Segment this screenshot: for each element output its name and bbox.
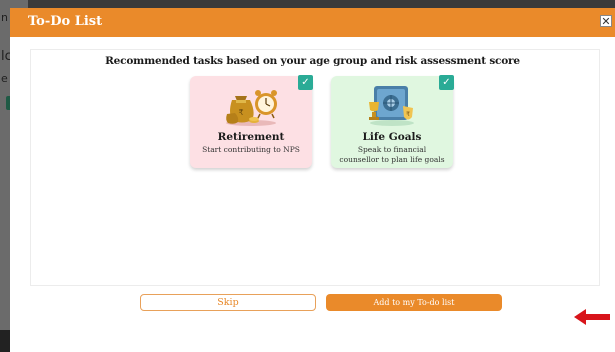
svg-text:₹: ₹ <box>406 111 410 118</box>
close-button[interactable]: ✕ <box>600 15 612 28</box>
add-to-todo-button[interactable]: Add to my To-do list <box>326 294 502 311</box>
check-icon[interactable]: ✓ <box>439 75 454 90</box>
recommendation-heading: Recommended tasks based on your age grou… <box>105 55 520 67</box>
card-description: Speak to financial counsellor to plan li… <box>335 145 449 165</box>
check-icon[interactable]: ✓ <box>298 75 313 90</box>
card-description-line: counsellor to plan life goals <box>339 155 445 164</box>
card-description: Start contributing to NPS <box>202 145 300 154</box>
modal-title: To-Do List <box>28 14 103 29</box>
vault-trophy-icon: ₹ <box>369 86 414 126</box>
todo-modal: To-Do List ✕ Recommended tasks based on … <box>10 8 615 352</box>
task-card-life-goals[interactable]: ✓ ₹ Life Goals Speak to financial counse… <box>331 75 454 168</box>
background-text: n <box>1 11 8 24</box>
background-edge <box>0 330 10 352</box>
card-description-line: Speak to financial <box>357 145 427 154</box>
background-topbar <box>0 0 615 8</box>
tasks-panel <box>30 49 600 286</box>
task-card-retirement[interactable]: ✓ ₹ Retirement Start contributing to NPS <box>190 75 313 168</box>
arrow-left-icon <box>574 309 610 325</box>
svg-text:₹: ₹ <box>238 108 243 117</box>
money-bags-clock-icon: ₹ <box>226 90 277 126</box>
card-title: Life Goals <box>362 131 422 143</box>
modal-header: To-Do List ✕ <box>10 8 615 37</box>
skip-button[interactable]: Skip <box>140 294 316 311</box>
card-title: Retirement <box>217 131 285 143</box>
